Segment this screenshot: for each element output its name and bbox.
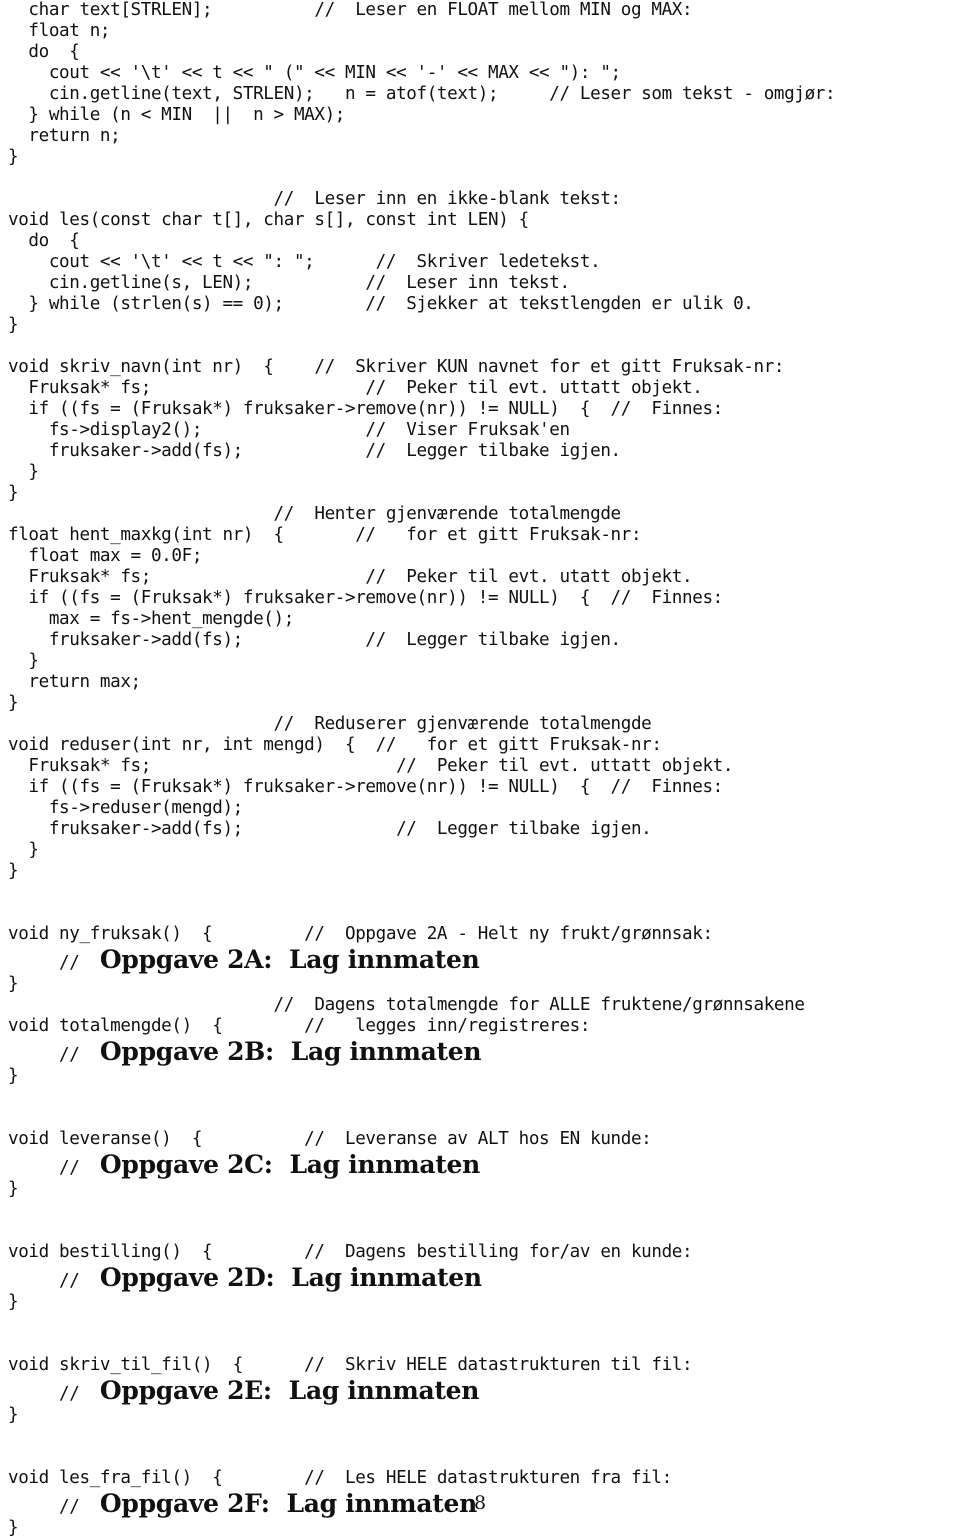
comment-slashes: //: [8, 1271, 100, 1291]
code-line: cin.getline(s, LEN); // Leser inn tekst.: [8, 273, 570, 293]
code-line: } while (n < MIN || n > MAX);: [8, 105, 346, 125]
code-line: cin.getline(text, STRLEN); n = atof(text…: [8, 84, 836, 104]
code-line: }: [8, 1179, 19, 1199]
code-line: fs->display2(); // Viser Fruksak'en: [8, 420, 570, 440]
document-page: char text[STRLEN]; // Leser en FLOAT mel…: [0, 0, 960, 1538]
code-line: }: [8, 147, 19, 167]
code-line: // Henter gjenværende totalmengde: [8, 504, 622, 524]
code-line: }: [8, 315, 19, 335]
code-line: }: [8, 861, 19, 881]
task-label: Oppgave 2D: Lag innmaten: [99, 1263, 482, 1292]
code-line: }: [8, 462, 39, 482]
page-number: 8: [473, 1492, 487, 1514]
code-line: // Reduserer gjenværende totalmengde: [8, 714, 652, 734]
code-line: }: [8, 483, 19, 503]
code-line: float max = 0.0F;: [8, 546, 203, 566]
code-line: Fruksak* fs; // Peker til evt. utatt obj…: [8, 567, 693, 587]
task-marker-line: // Oppgave 2B: Lag innmaten: [0, 1037, 960, 1066]
code-line: }: [8, 1405, 19, 1425]
task-label: Oppgave 2E: Lag innmaten: [99, 1376, 480, 1405]
code-line: void ny_fruksak() { // Oppgave 2A - Helt…: [8, 924, 713, 944]
code-line: if ((fs = (Fruksak*) fruksaker->remove(n…: [8, 588, 723, 608]
code-line: return max;: [8, 672, 141, 692]
code-line: fs->reduser(mengd);: [8, 798, 243, 818]
code-line: } while (strlen(s) == 0); // Sjekker at …: [8, 294, 754, 314]
task-marker-line: // Oppgave 2C: Lag innmaten: [0, 1150, 960, 1179]
code-line: do {: [8, 231, 80, 251]
code-line: Fruksak* fs; // Peker til evt. uttatt ob…: [8, 378, 703, 398]
code-line: // Leser inn en ikke-blank tekst:: [8, 189, 622, 209]
comment-slashes: //: [8, 1158, 100, 1178]
code-line: }: [8, 651, 39, 671]
code-line: void reduser(int nr, int mengd) { // for…: [8, 735, 662, 755]
code-line: if ((fs = (Fruksak*) fruksaker->remove(n…: [8, 399, 723, 419]
code-line: void bestilling() { // Dagens bestilling…: [8, 1242, 693, 1262]
code-line: Fruksak* fs; // Peker til evt. uttatt ob…: [8, 756, 734, 776]
code-line: fruksaker->add(fs); // Legger tilbake ig…: [8, 441, 621, 461]
task-marker-line: // Oppgave 2E: Lag innmaten: [0, 1376, 960, 1405]
code-line: }: [8, 1518, 19, 1538]
code-line: }: [8, 974, 19, 994]
code-line: void skriv_navn(int nr) { // Skriver KUN…: [8, 357, 785, 377]
code-line: }: [8, 693, 19, 713]
task-label: Oppgave 2C: Lag innmaten: [99, 1150, 480, 1179]
code-line: void les_fra_fil() { // Les HELE datastr…: [8, 1468, 672, 1488]
code-line: float hent_maxkg(int nr) { // for et git…: [8, 525, 642, 545]
code-line: // Dagens totalmengde for ALLE fruktene/…: [8, 995, 805, 1015]
code-line: float n;: [8, 21, 111, 41]
code-listing: char text[STRLEN]; // Leser en FLOAT mel…: [0, 0, 960, 1539]
code-line: }: [8, 1292, 19, 1312]
task-label: Oppgave 2A: Lag innmaten: [99, 945, 480, 974]
comment-slashes: //: [8, 953, 100, 973]
comment-slashes: //: [8, 1384, 100, 1404]
code-line: cout << '\t' << t << ": "; // Skriver le…: [8, 252, 601, 272]
task-marker-line: // Oppgave 2D: Lag innmaten: [0, 1263, 960, 1292]
code-line: fruksaker->add(fs); // Legger tilbake ig…: [8, 630, 621, 650]
task-marker-line: // Oppgave 2A: Lag innmaten: [0, 945, 960, 974]
code-line: fruksaker->add(fs); // Legger tilbake ig…: [8, 819, 652, 839]
code-line: char text[STRLEN]; // Leser en FLOAT mel…: [8, 0, 693, 20]
code-line: void totalmengde() { // legges inn/regis…: [8, 1016, 591, 1036]
code-line: void skriv_til_fil() { // Skriv HELE dat…: [8, 1355, 693, 1375]
code-line: }: [8, 840, 39, 860]
task-label: Oppgave 2B: Lag innmaten: [99, 1037, 482, 1066]
code-line: return n;: [8, 126, 121, 146]
code-line: cout << '\t' << t << " (" << MIN << '-' …: [8, 63, 621, 83]
code-line: do {: [8, 42, 80, 62]
code-line: if ((fs = (Fruksak*) fruksaker->remove(n…: [8, 777, 723, 797]
code-line: void les(const char t[], char s[], const…: [8, 210, 529, 230]
code-line: void leveranse() { // Leveranse av ALT h…: [8, 1129, 652, 1149]
code-line: max = fs->hent_mengde();: [8, 609, 294, 629]
comment-slashes: //: [8, 1045, 100, 1065]
code-line: }: [8, 1066, 19, 1086]
